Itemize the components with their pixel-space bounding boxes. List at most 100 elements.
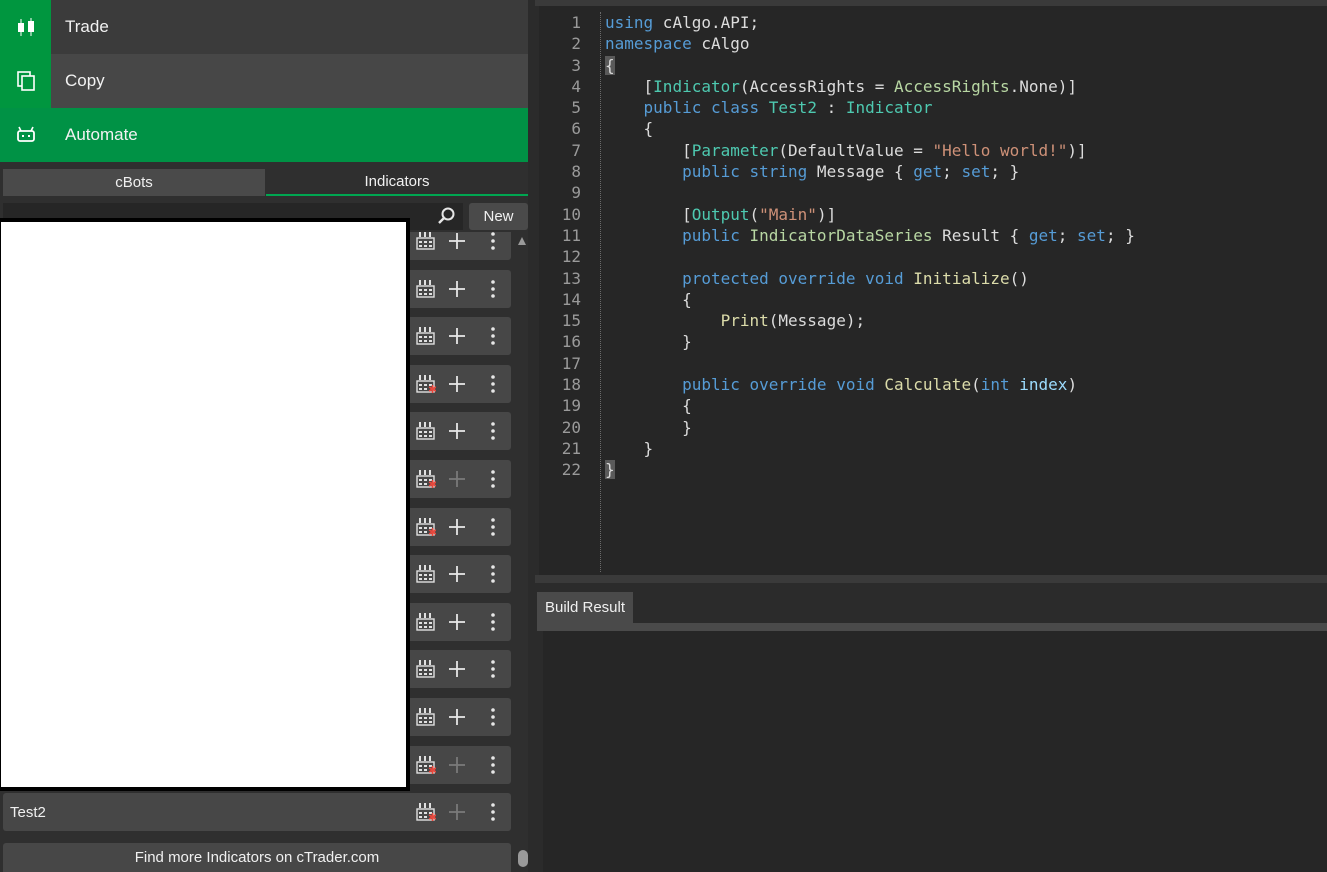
code-line: 4 [Indicator(AccessRights = AccessRights… (571, 76, 1135, 97)
code-token: namespace (605, 34, 692, 54)
code-token: Parameter (691, 140, 779, 160)
code-token: get (1028, 225, 1058, 245)
plus-icon[interactable] (446, 563, 468, 590)
more-options-icon[interactable] (482, 373, 504, 400)
build-tab-bar (537, 623, 1327, 631)
code-line: 1 using cAlgo.API; (571, 12, 1135, 33)
more-options-icon[interactable] (482, 754, 504, 781)
line-number: 14 (561, 289, 581, 309)
line-number: 1 (571, 13, 581, 32)
code-line: 5 public class Test2 : Indicator (571, 97, 1135, 118)
code-token: using (605, 13, 654, 32)
code-token: } (605, 417, 692, 437)
find-more-button[interactable]: Find more Indicators on cTrader.com (3, 843, 511, 872)
line-number: 8 (571, 162, 581, 182)
code-token: public (682, 162, 740, 182)
scroll-up-arrow-icon[interactable] (517, 236, 527, 246)
plus-icon[interactable] (446, 611, 468, 638)
more-options-icon[interactable] (482, 801, 504, 828)
nav-trade[interactable]: Trade (0, 0, 528, 54)
code-line: 3{ (571, 55, 1135, 76)
build-status-icon[interactable] (414, 611, 436, 638)
code-token: : (816, 98, 846, 118)
code-token: Result { (932, 225, 1029, 245)
build-status-icon[interactable]: ✱ (414, 754, 437, 781)
code-editor[interactable]: 1 using cAlgo.API; 2 namespace cAlgo 3{ 4 … (539, 6, 1327, 575)
code-area[interactable]: 1 using cAlgo.API; 2 namespace cAlgo 3{ 4 … (562, 12, 1135, 481)
more-options-icon[interactable] (482, 232, 504, 257)
line-number: 15 (561, 311, 581, 331)
nav-copy[interactable]: Copy (0, 54, 528, 108)
code-line: 12 (562, 246, 1135, 267)
more-options-icon[interactable] (482, 563, 504, 590)
code-token: ; (1057, 225, 1078, 245)
panel-separator[interactable] (528, 0, 535, 872)
algo-type-tabs: cBots Indicators (3, 169, 528, 196)
plus-icon[interactable] (446, 278, 468, 305)
code-token: AccessRights (894, 76, 1010, 96)
build-status-icon[interactable] (414, 325, 436, 352)
line-number: 21 (561, 438, 581, 458)
more-options-icon[interactable] (482, 325, 504, 352)
list-item[interactable]: Test2 ✱ (3, 793, 511, 832)
plus-icon[interactable] (446, 373, 468, 400)
line-number: 20 (561, 417, 581, 437)
more-options-icon[interactable] (482, 278, 504, 305)
build-status-icon[interactable] (414, 706, 436, 733)
more-options-icon[interactable] (482, 658, 504, 685)
plus-icon[interactable] (446, 706, 468, 733)
plus-icon[interactable] (446, 516, 468, 543)
line-number: 2 (571, 34, 581, 54)
pane-splitter[interactable] (535, 575, 1327, 583)
build-status-icon[interactable] (414, 420, 436, 447)
build-status-icon[interactable]: ✱ (414, 373, 437, 400)
line-number: 19 (561, 396, 581, 416)
build-status-icon[interactable]: ✱ (414, 801, 437, 828)
code-token: { (605, 289, 692, 309)
tab-build-result[interactable]: Build Result (537, 592, 633, 623)
plus-icon[interactable] (446, 232, 468, 257)
more-options-icon[interactable] (482, 420, 504, 447)
code-token: ) (1067, 375, 1078, 395)
code-token: string (749, 162, 808, 182)
line-number: 11 (561, 225, 581, 245)
code-token: ( (749, 204, 760, 224)
code-token: void (836, 375, 875, 395)
plus-icon[interactable] (446, 658, 468, 685)
code-line: 9 (571, 182, 1135, 203)
line-number: 7 (571, 140, 581, 160)
code-token: ; (942, 162, 962, 182)
code-token: Print (720, 311, 769, 331)
tab-cbots[interactable]: cBots (3, 169, 265, 196)
build-status-icon[interactable] (414, 563, 436, 590)
code-line: 2 namespace cAlgo (571, 33, 1135, 54)
more-options-icon[interactable] (482, 468, 504, 495)
nav-automate-label: Automate (65, 125, 138, 144)
code-token: IndicatorDataSeries (749, 225, 933, 245)
plus-icon[interactable] (446, 325, 468, 352)
more-options-icon[interactable] (482, 611, 504, 638)
more-options-icon[interactable] (482, 706, 504, 733)
more-options-icon[interactable] (482, 516, 504, 543)
new-button[interactable]: New (469, 203, 528, 230)
build-status-icon[interactable] (414, 278, 436, 305)
code-token: get (913, 162, 943, 182)
code-line: 6 { (571, 118, 1135, 139)
build-status-icon[interactable]: ✱ (414, 468, 437, 495)
code-token: set (1077, 225, 1106, 245)
code-token: public (682, 375, 740, 395)
build-status-icon[interactable]: ✱ (414, 516, 437, 543)
tab-indicators[interactable]: Indicators (266, 169, 528, 196)
build-status-icon[interactable] (414, 658, 436, 685)
nav-automate[interactable]: Automate (0, 108, 528, 162)
code-line: 21 } (562, 438, 1135, 459)
build-status-icon[interactable] (414, 232, 436, 257)
svg-text:✱: ✱ (428, 764, 436, 776)
search-icon[interactable] (437, 206, 457, 231)
plus-icon[interactable] (446, 420, 468, 447)
scrollbar-thumb[interactable] (518, 850, 528, 867)
